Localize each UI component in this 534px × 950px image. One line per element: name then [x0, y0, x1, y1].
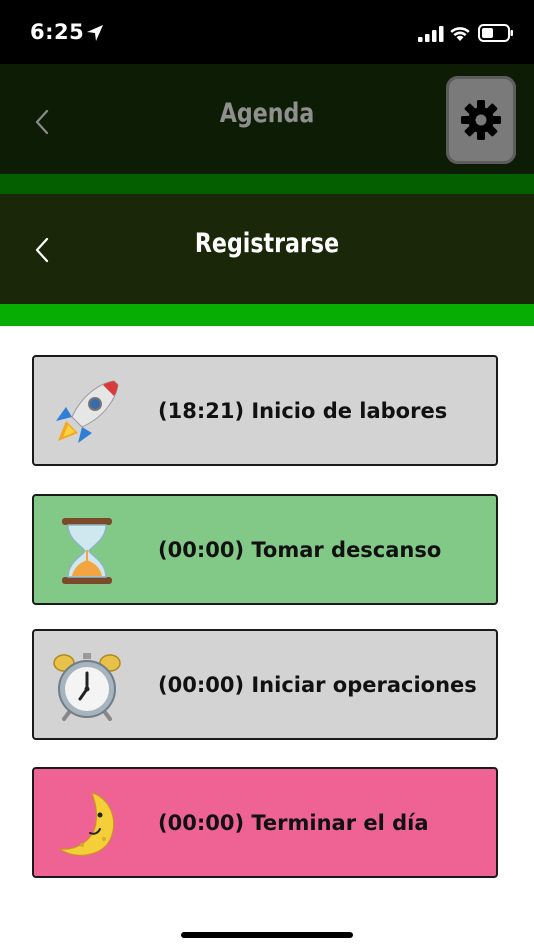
top-nav-bar: Agenda	[0, 64, 534, 174]
action-label: (00:00) Tomar descanso	[158, 537, 442, 562]
home-indicator[interactable]	[181, 932, 353, 938]
take-break-button[interactable]: (00:00) Tomar descanso	[32, 494, 498, 605]
action-label: (00:00) Iniciar operaciones	[158, 672, 477, 697]
section-title: Registrarse	[194, 228, 340, 259]
action-label: (00:00) Terminar el día	[158, 810, 429, 835]
sub-nav-bar: Registrarse	[0, 194, 534, 304]
crescent-moon-face-icon	[58, 792, 115, 856]
rocket-icon	[56, 380, 119, 443]
gear-icon	[461, 100, 501, 140]
alarm-clock-icon	[53, 653, 121, 721]
location-arrow-icon	[87, 25, 103, 41]
start-operations-button[interactable]: (00:00) Iniciar operaciones	[32, 629, 498, 740]
start-work-button[interactable]: (18:21) Inicio de labores	[32, 355, 498, 466]
status-bar: 6:25	[0, 0, 534, 64]
status-time: 6:25	[30, 20, 85, 44]
hourglass-icon	[62, 518, 112, 584]
divider-stripe-bright	[0, 304, 534, 326]
divider-stripe	[0, 174, 534, 194]
cellular-signal-icon	[418, 26, 444, 42]
page-title: Agenda	[219, 98, 315, 129]
action-label: (18:21) Inicio de labores	[158, 398, 448, 423]
battery-icon	[478, 24, 513, 42]
settings-button[interactable]	[446, 76, 516, 164]
end-day-button[interactable]: (00:00) Terminar el día	[32, 767, 498, 878]
wifi-icon	[450, 27, 470, 41]
